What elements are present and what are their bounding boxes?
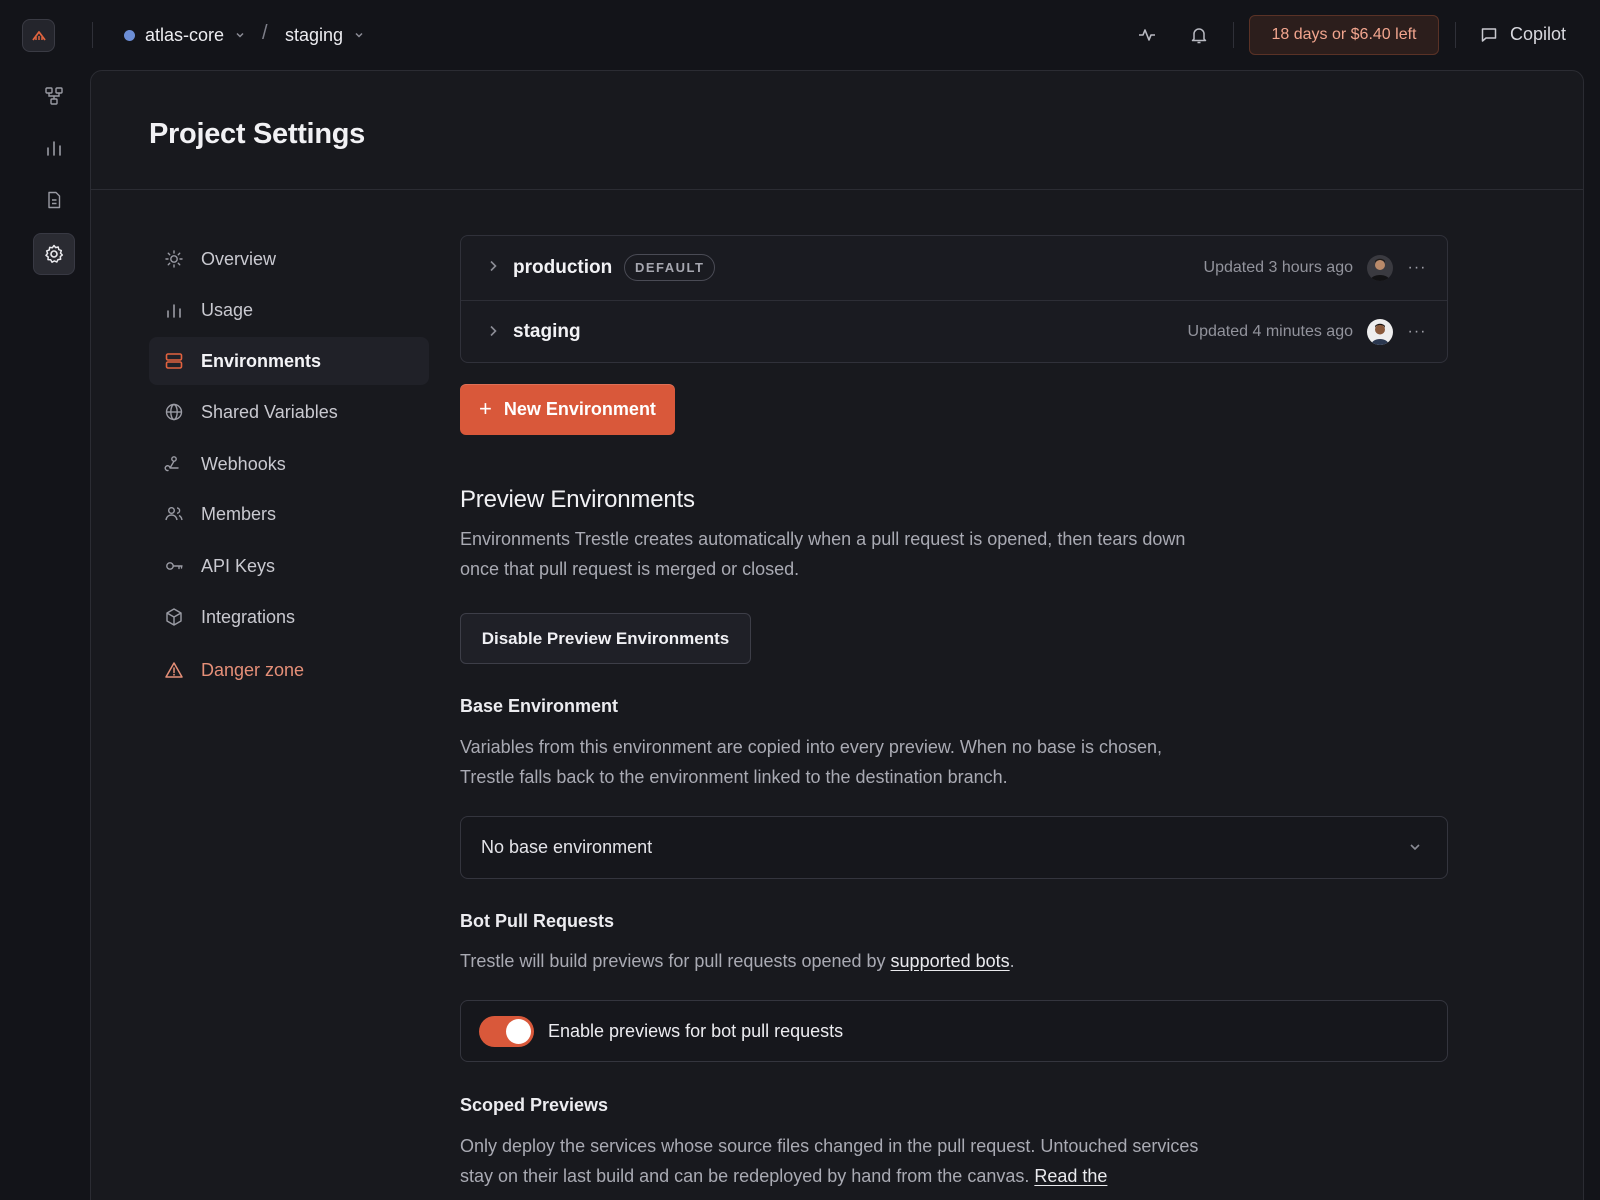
nav-usage[interactable]: Usage [149, 286, 429, 334]
nav-environments[interactable]: Environments [149, 337, 429, 385]
preview-environments-description: Environments Trestle creates automatical… [460, 529, 1186, 579]
bar-chart-icon [163, 299, 185, 321]
nodes-icon [45, 87, 63, 105]
chat-icon [1481, 27, 1497, 42]
updated-time: Updated 4 minutes ago [1187, 323, 1353, 340]
base-environment-select[interactable]: No base environment [460, 816, 1448, 879]
logo-icon [31, 30, 46, 41]
environment-name: production [513, 256, 613, 278]
bell-icon [1191, 28, 1207, 44]
nav-label: Overview [201, 248, 277, 269]
environment-row-staging[interactable]: staging Updated 4 minutes ago ··· [461, 300, 1447, 362]
rail-logs-button[interactable] [33, 179, 75, 221]
cube-icon [163, 606, 185, 628]
copilot-label: Copilot [1510, 24, 1567, 44]
avatar [1367, 254, 1393, 281]
toggle-knob [506, 1019, 531, 1044]
key-icon [163, 555, 185, 577]
nav-overview[interactable]: Overview [149, 235, 429, 283]
page-title: Project Settings [149, 118, 365, 150]
avatar [1367, 319, 1393, 345]
rail-settings-button[interactable] [33, 233, 75, 275]
scoped-previews-title: Scoped Previews [460, 1095, 609, 1115]
nav-label: Webhooks [201, 453, 286, 474]
environment-switcher[interactable]: staging [285, 22, 365, 48]
disable-preview-environments-button[interactable]: Disable Preview Environments [460, 613, 751, 664]
base-environment-description: Variables from this environment are copi… [460, 737, 1163, 787]
bot-previews-toggle-row: Enable previews for bot pull requests [460, 1000, 1448, 1062]
divider [1233, 22, 1234, 48]
globe-icon [163, 401, 185, 423]
divider [92, 22, 93, 48]
description-text: Trestle will build previews for pull req… [460, 951, 891, 971]
environment-name: staging [513, 321, 581, 342]
trial-badge[interactable]: 18 days or $6.40 left [1249, 15, 1439, 55]
base-environment-title: Base Environment [460, 696, 619, 716]
environment-name: staging [285, 24, 344, 45]
bot-previews-toggle[interactable] [479, 1016, 534, 1047]
app-logo[interactable] [22, 19, 55, 52]
project-switcher[interactable]: atlas-core [124, 22, 246, 48]
server-icon [163, 350, 185, 372]
nav-integrations[interactable]: Integrations [149, 593, 429, 641]
toggle-label: Enable previews for bot pull requests [548, 1020, 844, 1041]
nav-label: Members [201, 503, 277, 524]
chevron-down-icon [1410, 844, 1420, 851]
divider [1455, 22, 1456, 48]
document-icon [48, 191, 61, 209]
nav-webhooks[interactable]: Webhooks [149, 440, 429, 488]
environment-row-production[interactable]: production DEFAULT Updated 3 hours ago ·… [461, 236, 1447, 299]
nav-api-keys[interactable]: API Keys [149, 542, 429, 590]
activity-button[interactable] [1135, 23, 1159, 47]
nav-label: Usage [201, 299, 254, 320]
nav-label: API Keys [201, 555, 276, 576]
copilot-button[interactable]: Copilot [1480, 24, 1566, 45]
more-options-button[interactable]: ··· [1405, 320, 1429, 344]
new-environment-button[interactable]: + New Environment [460, 384, 675, 435]
warning-icon [163, 659, 185, 681]
breadcrumb-separator: / [262, 22, 268, 44]
default-badge: DEFAULT [624, 254, 716, 281]
supported-bots-link[interactable]: supported bots [891, 951, 1010, 971]
nav-label: Integrations [201, 606, 296, 627]
sun-icon [163, 248, 185, 270]
activity-icon [1139, 29, 1155, 41]
nav-members[interactable]: Members [149, 490, 429, 538]
webhook-icon [163, 453, 185, 475]
new-environment-label: New Environment [503, 399, 656, 419]
project-name: atlas-core [145, 24, 225, 45]
users-icon [163, 503, 185, 525]
nav-label: Shared Variables [201, 401, 338, 422]
nav-label: Danger zone [201, 659, 305, 680]
chevron-down-icon [355, 32, 363, 38]
top-bar: atlas-core / staging 18 days or $6.40 le… [0, 0, 1600, 70]
project-status-dot [124, 29, 135, 41]
header-divider [91, 189, 1583, 190]
bar-chart-icon [47, 141, 61, 156]
nav-shared-variables[interactable]: Shared Variables [149, 388, 429, 436]
read-the-docs-link[interactable]: Read the [1034, 1166, 1107, 1186]
environment-list: production DEFAULT Updated 3 hours ago ·… [460, 235, 1448, 363]
chevron-right-icon[interactable] [485, 258, 501, 274]
select-value: No base environment [481, 837, 653, 857]
updated-time: Updated 3 hours ago [1203, 258, 1353, 276]
scoped-previews-description: Only deploy the services whose source fi… [460, 1131, 1220, 1191]
notifications-button[interactable] [1187, 23, 1211, 47]
bot-pull-requests-description: Trestle will build previews for pull req… [460, 946, 1220, 976]
bot-pull-requests-title: Bot Pull Requests [460, 911, 615, 931]
rail-metrics-button[interactable] [33, 127, 75, 169]
rail-architecture-button[interactable] [33, 75, 75, 117]
chevron-down-icon [236, 32, 244, 38]
plus-icon: + [479, 395, 492, 421]
description-suffix: . [1009, 951, 1015, 971]
chevron-right-icon[interactable] [485, 323, 501, 339]
nav-danger-zone[interactable]: Danger zone [149, 646, 429, 694]
nav-label: Environments [201, 350, 322, 371]
gear-icon [45, 244, 64, 263]
settings-panel: Project Settings Overview Usage Environm… [90, 70, 1584, 1200]
more-options-button[interactable]: ··· [1405, 256, 1429, 280]
preview-environments-title: Preview Environments [460, 486, 695, 513]
